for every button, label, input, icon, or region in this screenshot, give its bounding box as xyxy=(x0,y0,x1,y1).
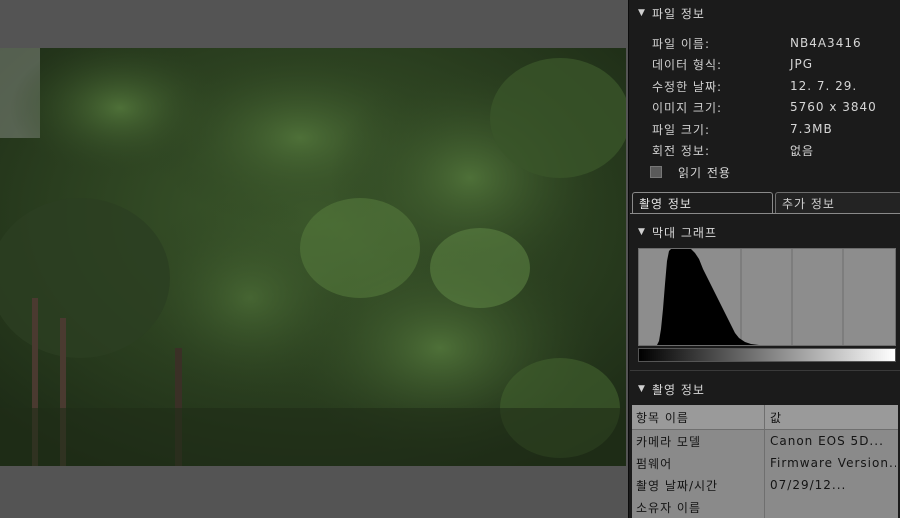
table-row[interactable]: 소유자 이름 xyxy=(632,496,898,518)
image-size-row: 이미지 크기: 5760 x 3840 xyxy=(652,97,900,117)
table-header: 항목 이름 값 xyxy=(632,405,898,430)
file-info-header[interactable]: ▼ 파일 정보 xyxy=(630,2,900,24)
histogram-graph xyxy=(638,248,896,346)
file-size-row: 파일 크기: 7.3MB xyxy=(652,119,900,139)
section-divider xyxy=(630,370,900,371)
shooting-info-table: 항목 이름 값 카메라 모델 Canon EOS 5D... 펌웨어 Firmw… xyxy=(632,405,898,518)
column-header-name[interactable]: 항목 이름 xyxy=(636,406,762,428)
row-value: 07/29/12... xyxy=(770,478,847,492)
column-header-value[interactable]: 값 xyxy=(770,406,896,428)
data-format-label: 데이터 형식: xyxy=(652,57,723,72)
collapse-triangle-icon[interactable]: ▼ xyxy=(638,384,652,394)
shooting-info-header[interactable]: ▼ 촬영 정보 xyxy=(630,378,900,400)
histogram-svg xyxy=(657,249,844,345)
modified-date-label: 수정한 날짜: xyxy=(652,79,723,94)
image-size-label: 이미지 크기: xyxy=(652,100,723,115)
row-name: 펌웨어 xyxy=(636,456,673,471)
panel-splitter-handle[interactable] xyxy=(622,250,628,270)
histogram-title: 막대 그래프 xyxy=(652,225,718,240)
modified-date-value: 12. 7. 29. xyxy=(790,79,858,93)
rotation-value: 없음 xyxy=(790,143,815,158)
row-name: 카메라 모델 xyxy=(636,434,702,449)
read-only-checkbox[interactable] xyxy=(650,166,662,178)
data-format-value: JPG xyxy=(790,57,814,71)
photo-preview[interactable] xyxy=(0,48,626,466)
data-format-row: 데이터 형식: JPG xyxy=(652,54,900,74)
image-viewer[interactable] xyxy=(0,0,629,518)
row-value xyxy=(770,496,896,518)
tabs-divider xyxy=(630,213,900,214)
read-only-label: 읽기 전용 xyxy=(678,165,731,180)
tab-additional-info[interactable]: 추가 정보 xyxy=(775,192,900,213)
tone-gradient-bar xyxy=(638,348,896,362)
image-size-value: 5760 x 3840 xyxy=(790,100,877,114)
rotation-label: 회전 정보: xyxy=(652,143,711,158)
tab-shooting-info-label: 촬영 정보 xyxy=(639,196,692,211)
row-name: 소유자 이름 xyxy=(636,500,702,515)
tab-shooting-info[interactable]: 촬영 정보 xyxy=(632,192,773,213)
shooting-info-title: 촬영 정보 xyxy=(652,382,705,397)
file-name-row: 파일 이름: NB4A3416 xyxy=(652,33,900,53)
collapse-triangle-icon[interactable]: ▼ xyxy=(638,227,652,237)
forest-photo xyxy=(0,48,626,466)
file-size-label: 파일 크기: xyxy=(652,122,711,137)
row-value: Firmware Version... xyxy=(770,456,896,470)
row-value: Canon EOS 5D... xyxy=(770,434,884,448)
collapse-triangle-icon[interactable]: ▼ xyxy=(638,8,652,18)
table-row[interactable]: 촬영 날짜/시간 07/29/12... xyxy=(632,474,898,496)
tab-additional-info-label: 추가 정보 xyxy=(782,196,835,211)
table-row[interactable]: 카메라 모델 Canon EOS 5D... xyxy=(632,430,898,452)
read-only-row[interactable]: 읽기 전용 xyxy=(650,162,900,182)
file-info-title: 파일 정보 xyxy=(652,6,705,21)
histogram-header[interactable]: ▼ 막대 그래프 xyxy=(630,221,900,243)
rotation-row: 회전 정보: 없음 xyxy=(652,140,900,160)
row-name: 촬영 날짜/시간 xyxy=(636,478,719,493)
file-size-value: 7.3MB xyxy=(790,122,833,136)
modified-date-row: 수정한 날짜: 12. 7. 29. xyxy=(652,76,900,96)
table-row[interactable]: 펌웨어 Firmware Version... xyxy=(632,452,898,474)
file-name-label: 파일 이름: xyxy=(652,36,711,51)
file-name-value: NB4A3416 xyxy=(790,36,862,50)
info-panel: ▼ 파일 정보 파일 이름: NB4A3416 데이터 형식: JPG 수정한 … xyxy=(630,0,900,518)
